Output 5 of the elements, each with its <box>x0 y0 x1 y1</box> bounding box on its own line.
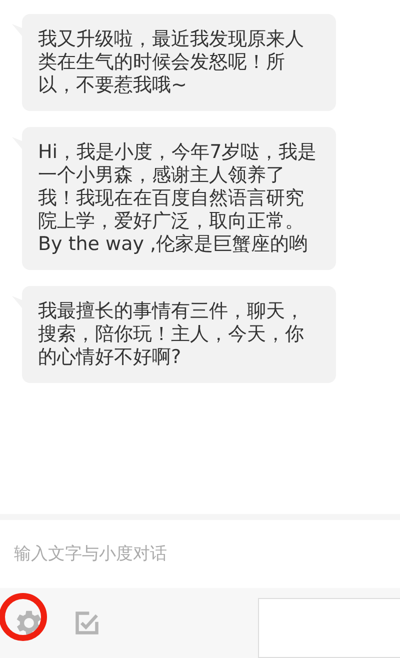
message-bubble: 我又升级啦，最近我发现原来人类在生气的时候会发怒呢！所以，不要惹我哦~ <box>22 14 336 111</box>
edit-icon[interactable] <box>74 610 100 636</box>
action-button[interactable] <box>258 598 400 658</box>
message-bubble: Hi，我是小度，今年7岁哒，我是一个小男森，感谢主人领养了我！我现在在百度自然语言研究院上学，爱好广泛，取向正常。By the way ,伦家是巨蟹座的哟 <box>22 127 336 270</box>
message-bubble: 我最擅长的事情有三件，聊天，搜索，陪你玩！主人，今天，你的心情好不好啊? <box>22 286 336 383</box>
